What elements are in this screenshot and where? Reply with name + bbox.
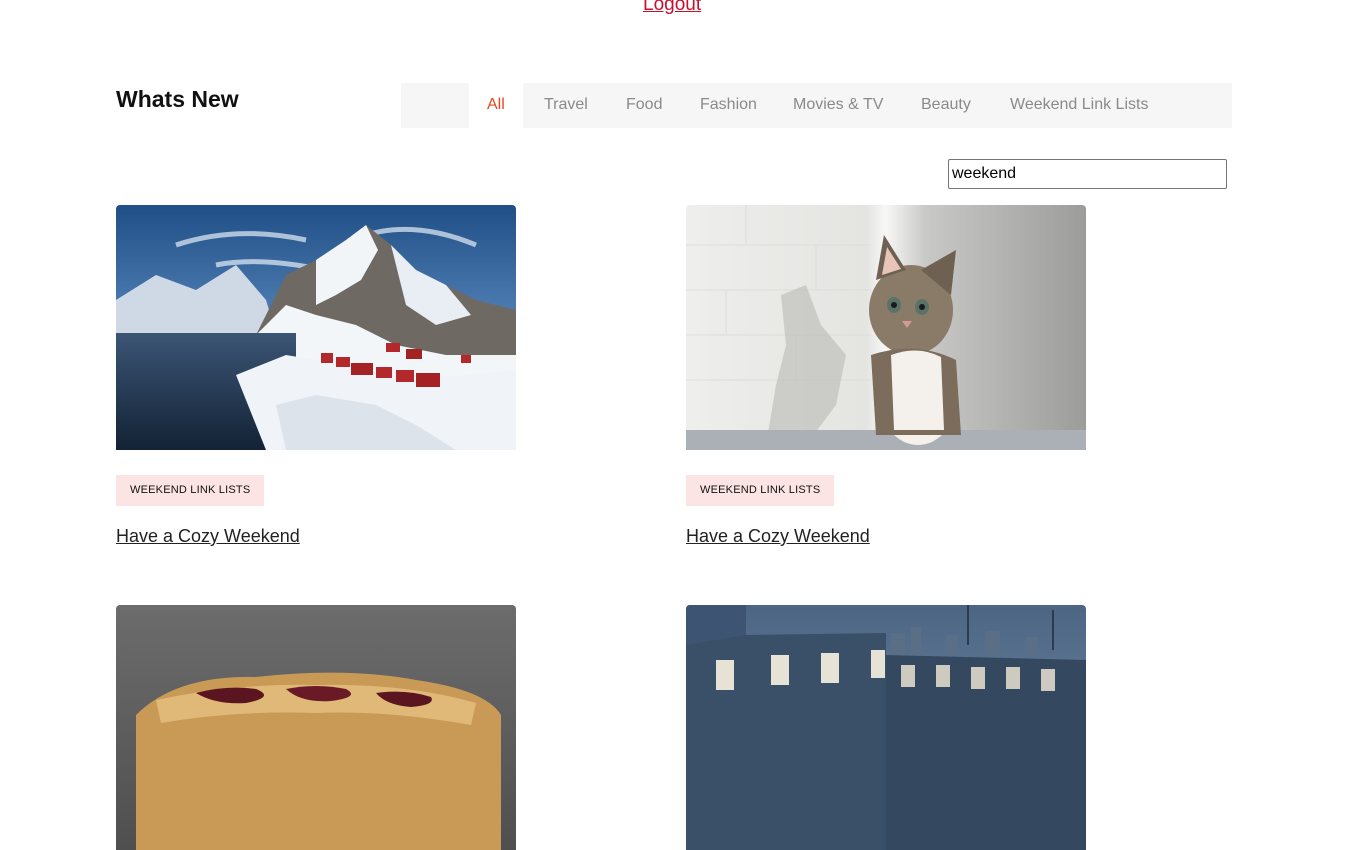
category-tabs: All Travel Food Fashion Movies & TV Beau… [401,83,1232,128]
tab-beauty[interactable]: Beauty [921,83,971,128]
tab-all[interactable]: All [469,83,523,128]
post-category-tag[interactable]: WEEKEND LINK LISTS [116,475,265,506]
post-image-kitten[interactable] [686,205,1086,450]
post-title-link[interactable]: Have a Cozy Weekend [686,526,1086,547]
post-image-pie[interactable] [116,605,516,850]
logout-link[interactable]: Logout [643,0,701,16]
tab-fashion[interactable]: Fashion [700,83,757,128]
tab-weekend-link-lists[interactable]: Weekend Link Lists [1010,83,1148,128]
post-category-tag[interactable]: WEEKEND LINK LISTS [686,475,835,506]
tab-movies-tv[interactable]: Movies & TV [793,83,883,128]
tab-travel[interactable]: Travel [544,83,588,128]
post-card [116,605,516,850]
post-image-snowy-mountain-village[interactable] [116,205,516,450]
post-card: WEEKEND LINK LISTS Have a Cozy Weekend [686,205,1086,547]
post-image-rooftops[interactable] [686,605,1086,850]
post-card: WEEKEND LINK LISTS Have a Cozy Weekend [116,205,516,547]
search-input[interactable] [948,159,1227,189]
section-title: Whats New [116,86,239,112]
post-card [686,605,1086,850]
post-title-link[interactable]: Have a Cozy Weekend [116,526,516,547]
tab-food[interactable]: Food [626,83,662,128]
